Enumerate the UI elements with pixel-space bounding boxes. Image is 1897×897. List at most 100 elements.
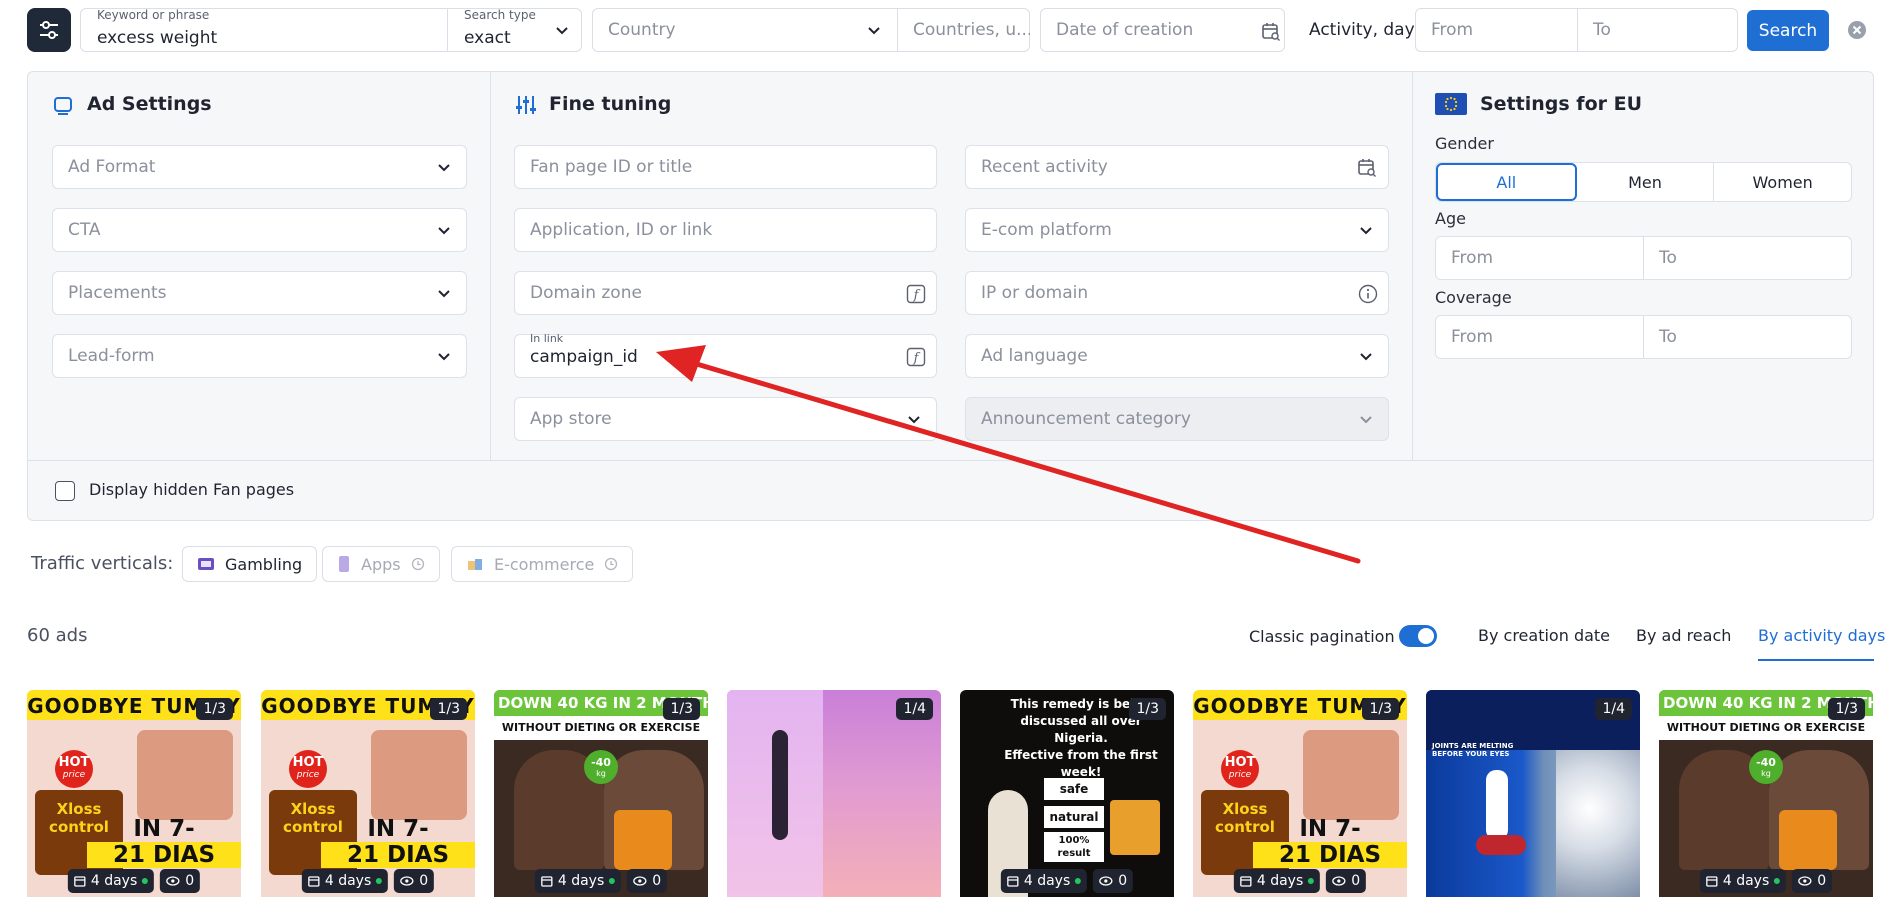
chevron-down-icon	[438, 353, 450, 361]
fine-tuning-title: Fine tuning	[549, 93, 672, 115]
display-hidden-label: Display hidden Fan pages	[89, 480, 295, 499]
chevron-down-icon	[1360, 227, 1372, 235]
ad-language-select[interactable]: Ad language	[965, 334, 1389, 378]
age-to-input[interactable]: To	[1644, 237, 1852, 279]
cta-select[interactable]: CTA	[52, 208, 467, 252]
chevron-down-icon	[438, 164, 450, 172]
hot-price-badge: HOT price	[1221, 750, 1259, 788]
ad-card[interactable]: 1/4	[727, 690, 941, 897]
function-icon[interactable]: f	[906, 284, 926, 304]
sort-by-ad-reach[interactable]: By ad reach	[1636, 626, 1731, 645]
eye-icon	[633, 876, 647, 886]
app-store-select[interactable]: App store	[514, 397, 937, 441]
ad-card[interactable]: JOINTS ARE MELTING BEFORE YOUR EYES 1/4	[1426, 690, 1640, 897]
calendar-icon	[1240, 876, 1252, 887]
views-stat: 0	[1326, 869, 1367, 893]
function-icon[interactable]: f	[906, 347, 926, 367]
svg-text:f: f	[913, 288, 921, 303]
feature-labels: safe natural 100% result	[1044, 778, 1104, 862]
in-link-input[interactable]: In link campaign_id f	[514, 332, 937, 378]
carousel-count-badge: 1/3	[1362, 698, 1399, 720]
ad-card[interactable]: This remedy is being discussed all over …	[960, 690, 1174, 897]
application-input[interactable]: Application, ID or link	[514, 208, 937, 252]
ad-card[interactable]: DOWN 40 KG IN 2 MONTHS WITHOUT DIETING O…	[494, 690, 708, 897]
filters-toggle-button[interactable]	[27, 8, 71, 52]
active-sort-underline	[1758, 659, 1874, 661]
coverage-to-input[interactable]: To	[1644, 316, 1852, 358]
country-select[interactable]: Country	[593, 9, 897, 51]
country-group: Country Countries, u...	[592, 8, 1030, 52]
gender-option-men[interactable]: Men	[1577, 163, 1715, 201]
coverage-range-group: From To	[1435, 315, 1852, 359]
display-hidden-checkbox[interactable]	[55, 481, 75, 501]
activity-range-group: From To	[1415, 8, 1738, 52]
views-stat: 0	[394, 869, 435, 893]
ad-card[interactable]: GOODBYE TUMMY HOT price Xloss control IN…	[27, 690, 241, 897]
eye-icon	[1798, 876, 1812, 886]
activity-from-input[interactable]: From	[1416, 9, 1577, 51]
age-from-placeholder: From	[1451, 248, 1494, 268]
age-from-input[interactable]: From	[1436, 237, 1643, 279]
date-of-creation-input[interactable]: Date of creation	[1040, 8, 1285, 52]
keyword-search-group: Keyword or phrase excess weight Search t…	[80, 8, 582, 52]
clear-search-icon[interactable]	[1847, 20, 1867, 40]
ad-caption: JOINTS ARE MELTING BEFORE YOUR EYES	[1432, 742, 1514, 758]
coverage-from-input[interactable]: From	[1436, 316, 1643, 358]
ad-card[interactable]: GOODBYE TUMMY HOT price Xloss control IN…	[1193, 690, 1407, 897]
gender-label: Gender	[1435, 134, 1494, 153]
placements-select[interactable]: Placements	[52, 271, 467, 315]
hot-price-badge: HOT price	[289, 750, 327, 788]
chip-gambling[interactable]: Gambling	[182, 546, 318, 582]
carousel-count-badge: 1/3	[1129, 698, 1166, 720]
ad-subheadline: IN 7-	[133, 816, 195, 842]
chevron-down-icon	[908, 416, 920, 424]
recent-activity-input[interactable]: Recent activity	[965, 145, 1389, 189]
age-label: Age	[1435, 209, 1466, 228]
ad-card[interactable]: GOODBYE TUMMY HOT price Xloss control IN…	[261, 690, 475, 897]
gambling-icon	[198, 558, 214, 570]
classic-pagination-toggle[interactable]	[1399, 625, 1437, 647]
countries-input[interactable]: Countries, u...	[898, 9, 1030, 51]
activity-to-placeholder: To	[1593, 20, 1611, 40]
chip-apps-label: Apps	[361, 554, 401, 574]
search-button[interactable]: Search	[1747, 10, 1829, 51]
keyword-input[interactable]: Keyword or phrase excess weight	[81, 9, 447, 51]
lead-form-select[interactable]: Lead-form	[52, 334, 467, 378]
search-type-select[interactable]: Search type exact	[448, 9, 582, 51]
carousel-count-badge: 1/3	[430, 698, 467, 720]
activity-days-stat: 4 days	[534, 869, 622, 893]
announcement-category-placeholder: Announcement category	[981, 409, 1191, 429]
ad-subheadline: 21 DIAS	[87, 842, 241, 868]
chevron-down-icon	[438, 290, 450, 298]
ad-format-select[interactable]: Ad Format	[52, 145, 467, 189]
country-placeholder: Country	[608, 20, 676, 40]
in-link-label: In link	[530, 332, 564, 345]
info-icon[interactable]	[1358, 284, 1378, 304]
fan-page-input[interactable]: Fan page ID or title	[514, 145, 937, 189]
sort-by-creation-date[interactable]: By creation date	[1478, 626, 1610, 645]
ecom-platform-select[interactable]: E-com platform	[965, 208, 1389, 252]
domain-zone-input[interactable]: Domain zone f	[514, 271, 937, 315]
keyword-value: excess weight	[97, 28, 218, 48]
gender-option-all[interactable]: All	[1436, 163, 1577, 201]
ecom-platform-placeholder: E-com platform	[981, 220, 1112, 240]
sort-by-activity-days[interactable]: By activity days	[1758, 626, 1885, 645]
views-stat: 0	[1792, 869, 1833, 893]
shopping-icon	[468, 559, 482, 570]
ads-count: 60 ads	[27, 625, 88, 646]
ad-card[interactable]: DOWN 40 KG IN 2 MONTHS WITHOUT DIETING O…	[1659, 690, 1873, 897]
chip-apps[interactable]: Apps	[322, 546, 440, 582]
svg-text:f: f	[913, 351, 921, 366]
coverage-from-placeholder: From	[1451, 327, 1494, 347]
eye-icon	[1332, 876, 1346, 886]
activity-to-input[interactable]: To	[1578, 9, 1738, 51]
gender-option-women[interactable]: Women	[1714, 163, 1851, 201]
chip-ecommerce[interactable]: E-commerce	[451, 546, 634, 582]
announcement-category-select[interactable]: Announcement category	[965, 397, 1389, 441]
carousel-count-badge: 1/3	[196, 698, 233, 720]
age-to-placeholder: To	[1659, 248, 1677, 268]
lead-form-placeholder: Lead-form	[68, 346, 155, 366]
weight-loss-badge: -40 kg	[584, 750, 618, 784]
activity-from-placeholder: From	[1431, 20, 1474, 40]
ip-or-domain-input[interactable]: IP or domain	[965, 271, 1389, 315]
